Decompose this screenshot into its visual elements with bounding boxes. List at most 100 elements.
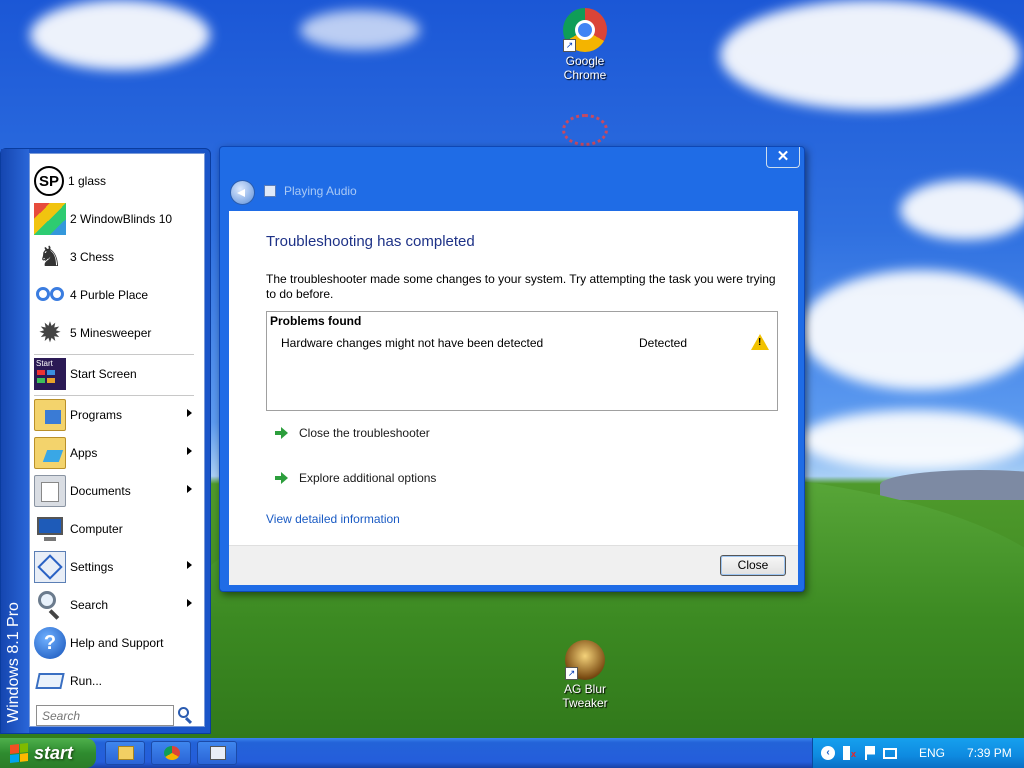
start-menu-item-windowblinds[interactable]: 2 WindowBlinds 10	[34, 201, 200, 237]
search-button[interactable]	[178, 707, 194, 725]
desktop-icon-chrome[interactable]: ↗ Google Chrome	[545, 8, 625, 82]
start-screen-badge: Start	[36, 359, 53, 368]
chrome-icon	[164, 746, 180, 760]
start-menu-item-label: Settings	[70, 560, 114, 574]
pattern-icon	[562, 114, 608, 146]
start-menu-item-settings[interactable]: Settings	[34, 549, 200, 585]
page-title: Troubleshooting has completed	[266, 233, 475, 250]
start-menu-item-search[interactable]: Search	[34, 587, 200, 623]
start-button[interactable]: start	[0, 738, 96, 768]
shortcut-arrow-icon: ↗	[563, 39, 576, 52]
start-menu-item-computer[interactable]: Computer	[34, 511, 200, 547]
action-center-flag-icon[interactable]	[865, 746, 875, 760]
start-label: start	[34, 742, 74, 763]
start-menu-panel: SP 1 glass 2 WindowBlinds 10 ♞ 3 Chess 4…	[29, 153, 205, 727]
system-tray: ‹ x ENG 7:39 PM	[812, 738, 1024, 768]
programs-icon	[34, 399, 66, 431]
cloud	[800, 270, 1024, 390]
view-detailed-info-link[interactable]: View detailed information	[266, 512, 400, 526]
cloud	[900, 180, 1024, 240]
apps-icon	[34, 437, 66, 469]
warning-icon: !	[751, 334, 769, 350]
chess-icon: ♞	[37, 241, 63, 272]
green-arrow-icon	[275, 426, 289, 440]
start-menu-item-label: Apps	[70, 446, 98, 460]
start-menu-item-label: Run...	[70, 674, 103, 688]
problem-row: Hardware changes might not have been det…	[281, 334, 771, 350]
description-text: The troubleshooter made some changes to …	[266, 272, 776, 301]
computer-icon	[34, 513, 66, 545]
action-label: Close the troubleshooter	[299, 426, 430, 440]
taskbar-button-chrome[interactable]	[151, 741, 191, 765]
start-menu-item-minesweeper[interactable]: ✹ 5 Minesweeper	[34, 315, 200, 351]
start-menu-item-label: Documents	[70, 484, 131, 498]
start-menu-item-label: Help and Support	[70, 636, 164, 650]
green-arrow-icon	[275, 471, 289, 485]
submenu-arrow-icon	[187, 485, 192, 493]
start-menu-item-programs[interactable]: Programs	[34, 397, 200, 433]
cloud	[720, 0, 1020, 110]
close-button[interactable]: Close	[720, 555, 786, 576]
start-menu-item-label: Search	[70, 598, 109, 612]
start-menu-sidebar: Windows 8.1 Pro	[1, 149, 29, 733]
cloud	[30, 0, 210, 70]
start-menu-search-input[interactable]	[36, 705, 174, 726]
sp-icon: SP	[34, 166, 64, 196]
problem-text: Hardware changes might not have been det…	[281, 336, 544, 350]
problems-found-box: Problems found Hardware changes might no…	[266, 311, 778, 411]
start-menu-item-purble-place[interactable]: 4 Purble Place	[34, 277, 200, 313]
ag-blur-tweaker-icon: ↗	[565, 640, 605, 680]
language-indicator[interactable]: ENG	[919, 746, 945, 760]
desktop-icon-label: AG Blur Tweaker	[562, 682, 608, 710]
start-menu-item-help[interactable]: ? Help and Support	[34, 625, 200, 661]
settings-icon	[34, 551, 66, 583]
windowblinds-icon	[34, 203, 66, 235]
windows-logo-icon	[10, 743, 28, 763]
window-title-text: Playing Audio	[284, 184, 357, 198]
documents-icon	[34, 475, 66, 507]
taskbar: start ‹ x ENG 7:39 PM	[0, 738, 1024, 768]
network-icon[interactable]	[883, 747, 897, 759]
distant-hills	[880, 470, 1024, 500]
start-menu-item-apps[interactable]: Apps	[34, 435, 200, 471]
speaker-muted-icon[interactable]: x	[843, 746, 857, 760]
desktop-icon-ag-blur-tweaker[interactable]: ↗ AG Blur Tweaker	[545, 640, 625, 710]
window-close-button[interactable]: ✕	[766, 147, 800, 168]
help-icon: ?	[34, 627, 66, 659]
start-menu-item-documents[interactable]: Documents	[34, 473, 200, 509]
problem-status: Detected	[639, 336, 688, 350]
troubleshooter-window-icon	[210, 746, 226, 760]
start-menu-edition: Windows 8.1 Pro	[5, 602, 22, 723]
close-troubleshooter-link[interactable]: Close the troubleshooter	[275, 426, 430, 440]
submenu-arrow-icon	[187, 409, 192, 417]
action-label: Explore additional options	[299, 471, 437, 485]
minesweeper-icon: ✹	[38, 317, 62, 348]
explore-options-link[interactable]: Explore additional options	[275, 471, 436, 485]
start-menu: Windows 8.1 Pro SP 1 glass 2 WindowBlind…	[0, 148, 211, 734]
submenu-arrow-icon	[187, 561, 192, 569]
file-explorer-icon	[118, 746, 134, 760]
clock[interactable]: 7:39 PM	[967, 746, 1012, 760]
start-menu-item-label: 4 Purble Place	[70, 288, 149, 302]
submenu-arrow-icon	[187, 599, 192, 607]
troubleshooter-window: ✕ Playing Audio Troubleshooting has comp…	[219, 146, 805, 592]
taskbar-button-explorer[interactable]	[105, 741, 145, 765]
start-menu-item-chess[interactable]: ♞ 3 Chess	[34, 239, 200, 275]
start-menu-item-label: Start Screen	[70, 367, 137, 381]
start-menu-item-glass[interactable]: SP 1 glass	[34, 163, 200, 199]
dialog-content: Troubleshooting has completed The troubl…	[229, 211, 798, 585]
start-menu-item-start-screen[interactable]: Start Start Screen	[34, 356, 200, 392]
troubleshooter-icon	[264, 185, 276, 197]
start-menu-item-run[interactable]: Run...	[34, 663, 200, 699]
back-button[interactable]	[230, 180, 255, 205]
cloud	[300, 10, 420, 50]
start-menu-item-label: 3 Chess	[70, 250, 115, 264]
menu-separator	[34, 395, 194, 396]
show-hidden-icons-icon[interactable]: ‹	[821, 746, 835, 760]
run-icon	[34, 665, 66, 697]
submenu-arrow-icon	[187, 447, 192, 455]
shortcut-arrow-icon: ↗	[565, 667, 578, 680]
chrome-icon: ↗	[563, 8, 607, 52]
taskbar-button-troubleshooter[interactable]	[197, 741, 237, 765]
menu-separator	[34, 354, 194, 355]
